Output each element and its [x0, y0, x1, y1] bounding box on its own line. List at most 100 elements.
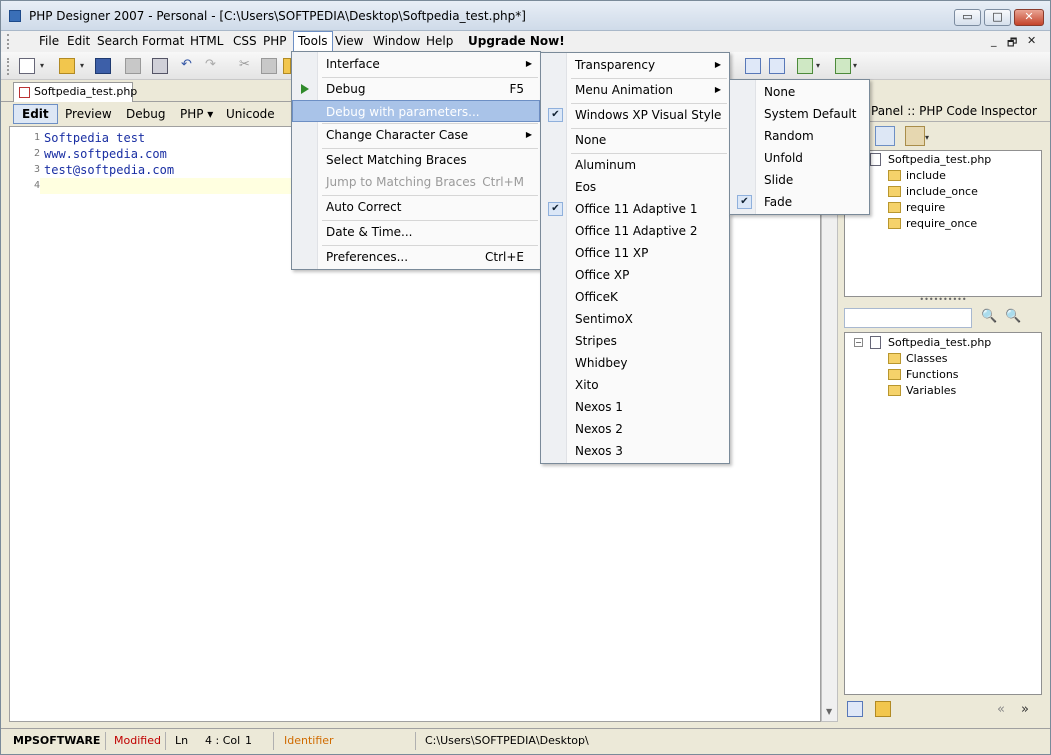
panel-tree-icon[interactable]: [875, 701, 891, 717]
menu-item-eos[interactable]: Eos: [541, 176, 729, 198]
structure-tree[interactable]: − Softpedia_test.php Classes Functions V…: [844, 332, 1042, 695]
scroll-down-icon[interactable]: ▼: [826, 707, 832, 716]
menu-item-officek[interactable]: OfficeK: [541, 286, 729, 308]
preview-dropdown-icon[interactable]: ▾: [816, 61, 820, 70]
menu-item-date-time[interactable]: Date & Time...: [292, 221, 540, 243]
paste-icon[interactable]: [283, 58, 291, 74]
window-cascade-icon[interactable]: [769, 58, 785, 74]
menu-tools[interactable]: Tools: [293, 31, 333, 52]
panel-search-icon[interactable]: [847, 701, 863, 717]
mode-tab-preview[interactable]: Preview: [56, 104, 121, 124]
mode-tab-unicode[interactable]: Unicode: [217, 104, 284, 124]
tree-node-require[interactable]: require: [888, 200, 945, 216]
editor-scrollbar[interactable]: ▲ ▼: [821, 126, 838, 722]
menu-item-anim-none[interactable]: None: [730, 81, 869, 103]
tree-node-require-once[interactable]: require_once: [888, 216, 977, 232]
menu-item-debug-with-parameters[interactable]: Debug with parameters...: [292, 100, 540, 122]
menu-item-style-none[interactable]: None: [541, 129, 729, 151]
save-icon[interactable]: [95, 58, 111, 74]
menu-css[interactable]: CSS: [229, 31, 261, 52]
save-all-icon[interactable]: [125, 58, 141, 74]
minimize-button[interactable]: ▭: [954, 9, 981, 26]
search-icon[interactable]: 🔍: [981, 309, 997, 324]
tree-node-functions[interactable]: Functions: [888, 367, 959, 383]
print-icon[interactable]: [152, 58, 168, 74]
menu-format[interactable]: Format: [138, 31, 188, 52]
menu-item-nexos2[interactable]: Nexos 2: [541, 418, 729, 440]
menu-item-nexos3[interactable]: Nexos 3: [541, 440, 729, 462]
menu-item-nexos1[interactable]: Nexos 1: [541, 396, 729, 418]
tree-root-file[interactable]: − Softpedia_test.php: [854, 335, 991, 351]
menu-item-office11-adaptive2[interactable]: Office 11 Adaptive 2: [541, 220, 729, 242]
open-folder-icon[interactable]: [59, 58, 75, 74]
close-button[interactable]: ✕: [1014, 9, 1044, 26]
mdi-close-button[interactable]: ✕: [1027, 34, 1036, 47]
menu-item-menu-animation[interactable]: Menu Animation ▶: [541, 79, 729, 101]
menu-view[interactable]: View: [331, 31, 367, 52]
menu-item-select-matching-braces[interactable]: Select Matching Braces: [292, 149, 540, 171]
cut-icon[interactable]: ✂: [239, 57, 250, 72]
menu-search[interactable]: Search: [93, 31, 142, 52]
inspector-search-input[interactable]: [844, 308, 972, 328]
export-icon[interactable]: [835, 58, 851, 74]
menubar-grip[interactable]: [7, 34, 10, 49]
menu-item-office-xp[interactable]: Office XP: [541, 264, 729, 286]
menu-edit[interactable]: Edit: [63, 31, 94, 52]
tree-node-variables[interactable]: Variables: [888, 383, 956, 399]
menu-item-interface[interactable]: Interface ▶: [292, 53, 540, 75]
menu-item-auto-correct[interactable]: Auto Correct: [292, 196, 540, 218]
menu-php[interactable]: PHP: [259, 31, 291, 52]
toolbar-grip[interactable]: [7, 58, 10, 75]
mode-tab-edit[interactable]: Edit: [13, 104, 58, 124]
menu-item-anim-system-default[interactable]: System Default: [730, 103, 869, 125]
line-text[interactable]: test@softpedia.com: [44, 162, 174, 178]
line-text[interactable]: www.softpedia.com: [44, 146, 167, 162]
new-dropdown-icon[interactable]: ▾: [40, 61, 44, 70]
redo-icon[interactable]: ↷: [205, 57, 216, 72]
menu-item-preferences[interactable]: Preferences... Ctrl+E: [292, 246, 540, 268]
panel-next-button[interactable]: »: [1021, 702, 1029, 717]
tree-node-classes[interactable]: Classes: [888, 351, 947, 367]
menu-help[interactable]: Help: [422, 31, 457, 52]
menu-item-office11-xp[interactable]: Office 11 XP: [541, 242, 729, 264]
menu-item-aluminum[interactable]: Aluminum: [541, 154, 729, 176]
find-next-icon[interactable]: 🔍: [1005, 309, 1021, 324]
export-dropdown-icon[interactable]: ▾: [853, 61, 857, 70]
window-tile-icon[interactable]: [745, 58, 761, 74]
open-dropdown-icon[interactable]: ▾: [80, 61, 84, 70]
tree-root-file[interactable]: Softpedia_test.php: [870, 152, 991, 168]
tab-softpedia-test[interactable]: Softpedia_test.php: [13, 82, 137, 102]
menu-item-anim-unfold[interactable]: Unfold: [730, 147, 869, 169]
menu-window[interactable]: Window: [369, 31, 424, 52]
include-tree[interactable]: Softpedia_test.php include include_once …: [844, 150, 1042, 297]
mdi-restore-button[interactable]: 🗗: [1007, 34, 1017, 53]
menu-item-anim-random[interactable]: Random: [730, 125, 869, 147]
menu-item-whidbey[interactable]: Whidbey: [541, 352, 729, 374]
menu-item-sentimox[interactable]: SentimoX: [541, 308, 729, 330]
menu-item-anim-fade[interactable]: ✔ Fade: [730, 191, 869, 213]
menu-item-transparency[interactable]: Transparency ▶: [541, 54, 729, 76]
new-file-icon[interactable]: [19, 58, 35, 74]
undo-icon[interactable]: ↶: [181, 57, 192, 72]
menu-item-debug[interactable]: Debug F5: [292, 78, 540, 100]
panel-prev-button[interactable]: «: [997, 702, 1005, 717]
copy-icon[interactable]: [261, 58, 277, 74]
mode-tab-debug[interactable]: Debug: [117, 104, 174, 124]
preview-browser-icon[interactable]: [797, 58, 813, 74]
tree-node-include[interactable]: include: [888, 168, 946, 184]
menu-html[interactable]: HTML: [186, 31, 227, 52]
mdi-minimize-button[interactable]: _: [991, 34, 997, 47]
tree-node-include-once[interactable]: include_once: [888, 184, 978, 200]
menu-item-office11-adaptive1[interactable]: ✔ Office 11 Adaptive 1: [541, 198, 729, 220]
menu-item-windows-xp-visual-style[interactable]: ✔ Windows XP Visual Style: [541, 104, 729, 126]
menu-item-stripes[interactable]: Stripes: [541, 330, 729, 352]
inspector-options-dropdown-icon[interactable]: ▾: [925, 133, 929, 142]
menu-upgrade-now[interactable]: Upgrade Now!: [464, 31, 569, 52]
menu-item-xito[interactable]: Xito: [541, 374, 729, 396]
collapse-icon[interactable]: −: [854, 338, 863, 347]
inspector-view-icon[interactable]: [875, 126, 895, 146]
menu-file[interactable]: File: [35, 31, 63, 52]
line-text[interactable]: Softpedia test: [44, 130, 145, 146]
menu-item-change-character-case[interactable]: Change Character Case ▶: [292, 124, 540, 146]
panel-splitter[interactable]: ••••••••••: [844, 296, 1042, 304]
